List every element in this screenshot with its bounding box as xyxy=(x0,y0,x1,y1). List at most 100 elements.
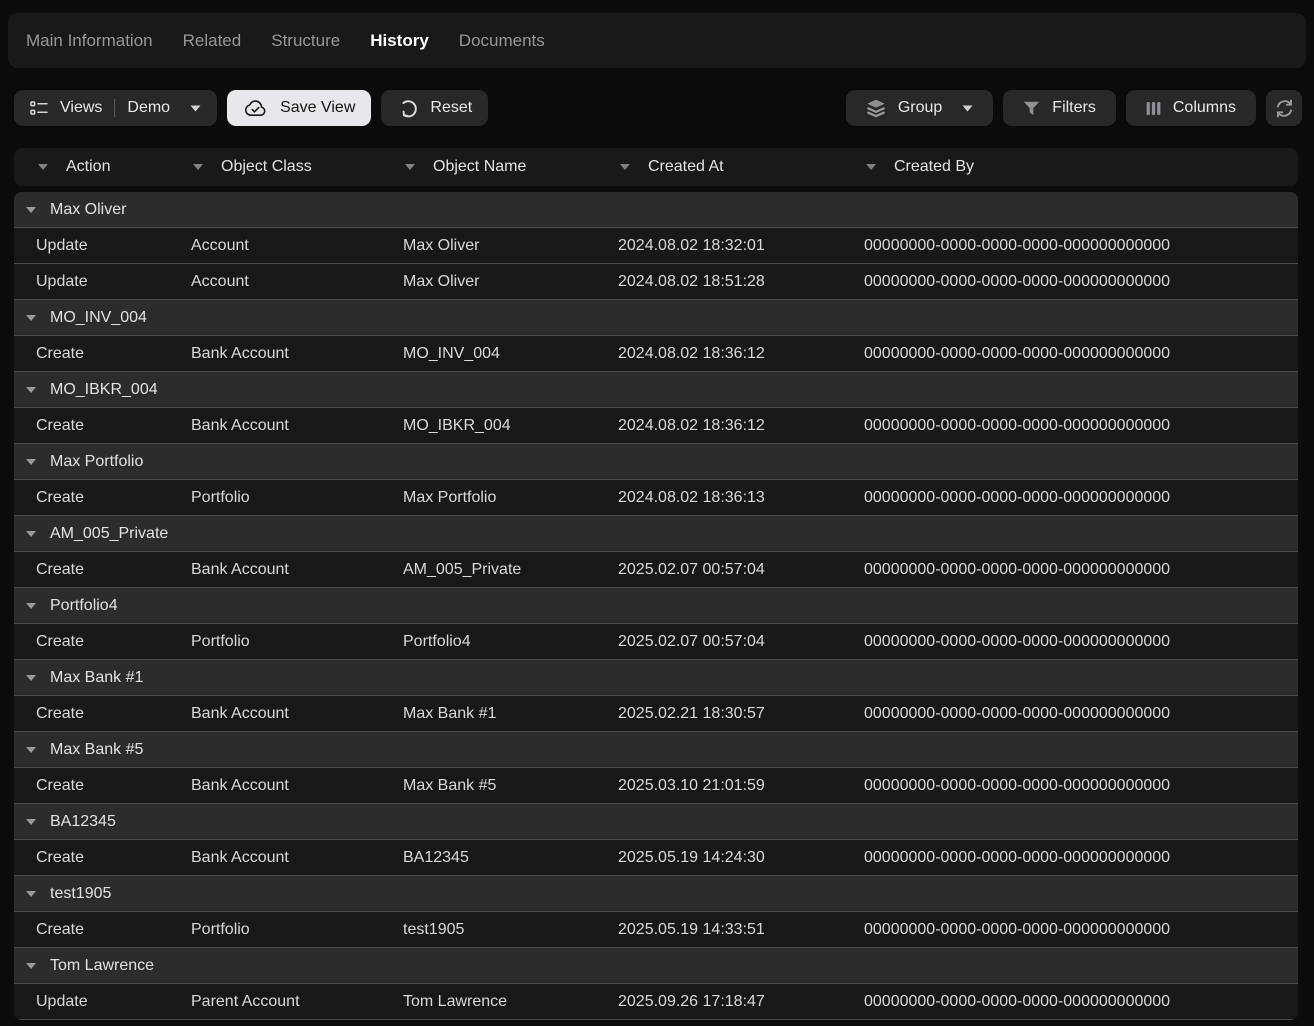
refresh-button[interactable] xyxy=(1266,90,1302,126)
column-header-created-by[interactable]: Created By xyxy=(842,158,1298,176)
cloud-check-icon xyxy=(243,99,268,117)
caret-down-icon[interactable] xyxy=(193,164,203,170)
cell-action: Update xyxy=(14,993,169,1011)
cell-action: Update xyxy=(14,237,169,255)
views-value: Demo xyxy=(127,99,170,117)
group-collapse-icon[interactable] xyxy=(26,675,36,681)
cell-object-name: Max Oliver xyxy=(381,273,596,291)
cell-created-at: 2025.05.19 14:24:30 xyxy=(596,849,842,867)
table-group-row[interactable]: MO_IBKR_004 xyxy=(14,372,1298,407)
table-row[interactable]: CreatePortfoliotest19052025.05.19 14:33:… xyxy=(14,912,1298,947)
tab-main-information[interactable]: Main Information xyxy=(26,31,153,51)
table-group-row[interactable]: test1905 xyxy=(14,876,1298,911)
columns-icon xyxy=(1146,101,1161,116)
views-label: Views xyxy=(60,99,102,117)
table-body: Max OliverUpdateAccountMax Oliver2024.08… xyxy=(14,192,1298,1020)
filters-button[interactable]: Filters xyxy=(1003,90,1116,126)
column-label: Object Name xyxy=(433,158,526,176)
column-header-object-class[interactable]: Object Class xyxy=(169,158,381,176)
table-header: ActionObject Class Object Name Created At C… xyxy=(14,148,1298,186)
tab-structure[interactable]: Structure xyxy=(271,31,340,51)
cell-object-class: Parent Account xyxy=(169,993,381,1011)
group-collapse-icon[interactable] xyxy=(26,963,36,969)
cell-created-by: 00000000-0000-0000-0000-000000000000 xyxy=(842,489,1298,507)
table-group-row[interactable]: BA12345 xyxy=(14,804,1298,839)
group-collapse-icon[interactable] xyxy=(26,459,36,465)
table-group-row[interactable]: Max Portfolio xyxy=(14,444,1298,479)
save-view-label: Save View xyxy=(280,99,355,117)
table-group-row[interactable]: Tom Lawrence xyxy=(14,948,1298,983)
column-label: Created By xyxy=(894,158,974,176)
columns-button[interactable]: Columns xyxy=(1126,90,1256,126)
rotate-ccw-icon xyxy=(397,98,418,119)
reset-button[interactable]: Reset xyxy=(381,90,488,126)
cell-created-by: 00000000-0000-0000-0000-000000000000 xyxy=(842,849,1298,867)
cell-object-class: Portfolio xyxy=(169,489,381,507)
table-group-row[interactable]: Max Bank #1 xyxy=(14,660,1298,695)
tab-related[interactable]: Related xyxy=(183,31,242,51)
table-group-row[interactable]: Max Oliver xyxy=(14,192,1298,227)
cell-action: Create xyxy=(14,633,169,651)
group-collapse-icon[interactable] xyxy=(26,747,36,753)
cell-action: Create xyxy=(14,561,169,579)
column-header-created-at[interactable]: Created At xyxy=(596,158,842,176)
table-group-row[interactable]: AM_005_Private xyxy=(14,516,1298,551)
table-group-row[interactable]: Portfolio4 xyxy=(14,588,1298,623)
table-row[interactable]: CreateBank AccountMO_IBKR_0042024.08.02 … xyxy=(14,408,1298,443)
group-collapse-icon[interactable] xyxy=(26,315,36,321)
group-label: Max Bank #1 xyxy=(50,669,143,687)
views-button[interactable]: Views Demo xyxy=(14,90,217,126)
table-row[interactable]: UpdateParent AccountTom Lawrence2025.09.… xyxy=(14,984,1298,1019)
table-group-row[interactable]: Max Bank #5 xyxy=(14,732,1298,767)
cell-action: Create xyxy=(14,417,169,435)
group-collapse-icon[interactable] xyxy=(26,387,36,393)
table-row[interactable]: CreateBank AccountBA123452025.05.19 14:2… xyxy=(14,840,1298,875)
group-collapse-icon[interactable] xyxy=(26,891,36,897)
tab-history[interactable]: History xyxy=(370,31,429,51)
table-row[interactable]: UpdateAccountMax Oliver2024.08.02 18:32:… xyxy=(14,228,1298,263)
cell-object-class: Bank Account xyxy=(169,705,381,723)
table-row[interactable]: CreateBank AccountAM_005_Private2025.02.… xyxy=(14,552,1298,587)
cell-created-at: 2025.02.21 18:30:57 xyxy=(596,705,842,723)
group-label: Max Oliver xyxy=(50,201,126,219)
cell-object-name: Max Bank #5 xyxy=(381,777,596,795)
cell-action: Create xyxy=(14,777,169,795)
caret-down-icon xyxy=(190,105,201,112)
table-group-row[interactable]: MO_INV_004 xyxy=(14,300,1298,335)
table-row[interactable]: CreateBank AccountMax Bank #52025.03.10 … xyxy=(14,768,1298,803)
table-row[interactable]: CreatePortfolioMax Portfolio2024.08.02 1… xyxy=(14,480,1298,515)
table-row[interactable]: CreateBank AccountMax Bank #12025.02.21 … xyxy=(14,696,1298,731)
cell-created-at: 2024.08.02 18:51:28 xyxy=(596,273,842,291)
group-button[interactable]: Group xyxy=(846,90,993,126)
toolbar-right: Group Filters Columns xyxy=(846,90,1302,126)
cell-created-at: 2025.03.10 21:01:59 xyxy=(596,777,842,795)
table-row[interactable]: UpdateAccountMax Oliver2024.08.02 18:51:… xyxy=(14,264,1298,299)
caret-down-icon[interactable] xyxy=(866,164,876,170)
caret-down-icon[interactable] xyxy=(405,164,415,170)
cell-created-at: 2024.08.02 18:32:01 xyxy=(596,237,842,255)
cell-object-class: Bank Account xyxy=(169,417,381,435)
caret-down-icon[interactable] xyxy=(38,164,48,170)
cell-action: Update xyxy=(14,273,169,291)
cell-object-class: Bank Account xyxy=(169,561,381,579)
group-collapse-icon[interactable] xyxy=(26,531,36,537)
column-header-object-name[interactable]: Object Name xyxy=(381,158,596,176)
cell-object-name: Portfolio4 xyxy=(381,633,596,651)
group-collapse-icon[interactable] xyxy=(26,819,36,825)
group-collapse-icon[interactable] xyxy=(26,207,36,213)
tab-documents[interactable]: Documents xyxy=(459,31,545,51)
group-collapse-icon[interactable] xyxy=(26,603,36,609)
cell-created-by: 00000000-0000-0000-0000-000000000000 xyxy=(842,993,1298,1011)
column-header-action[interactable]: Action xyxy=(14,158,169,176)
table-row[interactable]: CreatePortfolioPortfolio42025.02.07 00:5… xyxy=(14,624,1298,659)
cell-created-by: 00000000-0000-0000-0000-000000000000 xyxy=(842,705,1298,723)
caret-down-icon[interactable] xyxy=(620,164,630,170)
sync-icon xyxy=(1274,98,1295,119)
table-row[interactable]: CreateBank AccountMO_INV_0042024.08.02 1… xyxy=(14,336,1298,371)
cell-object-name: test1905 xyxy=(381,921,596,939)
cell-action: Create xyxy=(14,489,169,507)
save-view-button[interactable]: Save View xyxy=(227,90,371,126)
tab-bar: Main Information Related Structure Histo… xyxy=(8,13,1306,68)
list-icon xyxy=(30,101,48,115)
reset-label: Reset xyxy=(430,99,472,117)
